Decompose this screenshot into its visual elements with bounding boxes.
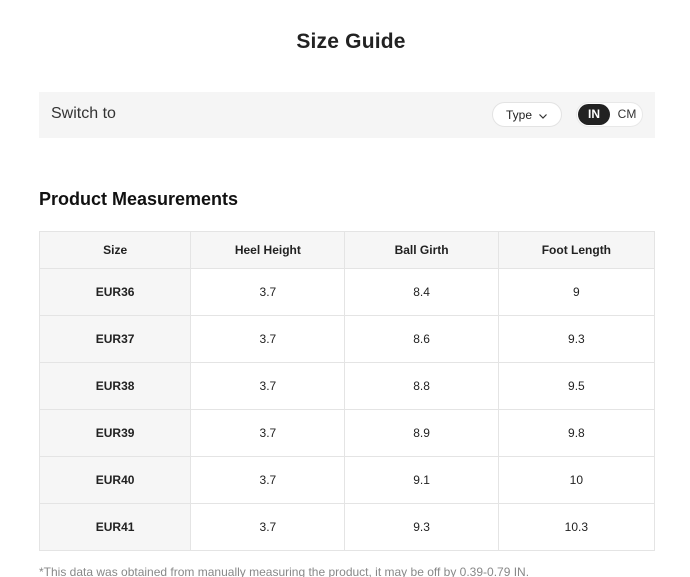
ball-girth-cell: 9.3 xyxy=(344,503,499,551)
measurement-footnote: *This data was obtained from manually me… xyxy=(39,565,530,577)
type-dropdown[interactable]: Type xyxy=(492,102,562,127)
table-row: EUR38 3.7 8.8 9.5 xyxy=(38,362,656,410)
heel-height-cell: 3.7 xyxy=(190,503,346,551)
ball-girth-cell: 8.9 xyxy=(344,409,499,457)
heel-height-cell: 3.7 xyxy=(190,456,346,504)
switch-label: Switch to xyxy=(51,105,116,122)
heel-height-cell: 3.7 xyxy=(190,268,346,316)
heel-height-cell: 3.7 xyxy=(190,315,346,363)
column-header-heel-height: Heel Height xyxy=(190,231,346,269)
foot-length-cell: 9 xyxy=(497,268,656,316)
ball-girth-cell: 8.8 xyxy=(344,362,499,410)
ball-girth-cell: 8.4 xyxy=(344,268,499,316)
foot-length-cell: 10 xyxy=(497,456,656,504)
unit-toggle: IN CM xyxy=(576,102,643,127)
ball-girth-cell: 9.1 xyxy=(344,456,499,504)
size-cell: EUR37 xyxy=(38,315,192,363)
foot-length-cell: 9.8 xyxy=(497,409,656,457)
foot-length-cell: 9.3 xyxy=(497,315,656,363)
column-header-size: Size xyxy=(38,231,192,269)
foot-length-cell: 10.3 xyxy=(497,503,656,551)
column-header-ball-girth: Ball Girth xyxy=(344,231,499,269)
unit-option-cm[interactable]: CM xyxy=(613,104,641,125)
table-header-row: Size Heel Height Ball Girth Foot Length xyxy=(38,231,656,269)
heel-height-cell: 3.7 xyxy=(190,362,346,410)
chevron-down-icon xyxy=(538,110,548,120)
table-row: EUR41 3.7 9.3 10.3 xyxy=(38,503,656,551)
size-cell: EUR36 xyxy=(38,268,192,316)
foot-length-cell: 9.5 xyxy=(497,362,656,410)
ball-girth-cell: 8.6 xyxy=(344,315,499,363)
unit-option-in[interactable]: IN xyxy=(578,104,610,125)
size-cell: EUR39 xyxy=(38,409,192,457)
size-cell: EUR38 xyxy=(38,362,192,410)
heel-height-cell: 3.7 xyxy=(190,409,346,457)
table-row: EUR39 3.7 8.9 9.8 xyxy=(38,409,656,457)
table-row: EUR36 3.7 8.4 9 xyxy=(38,268,656,316)
section-title-measurements: Product Measurements xyxy=(39,189,239,209)
size-guide-page: Size Guide Switch to Type IN CM Product … xyxy=(0,0,690,577)
column-header-foot-length: Foot Length xyxy=(497,231,656,269)
table-row: EUR40 3.7 9.1 10 xyxy=(38,456,656,504)
size-cell: EUR41 xyxy=(38,503,192,551)
unit-switch-bar: Switch to Type IN CM xyxy=(39,92,655,138)
size-cell: EUR40 xyxy=(38,456,192,504)
table-row: EUR37 3.7 8.6 9.3 xyxy=(38,315,656,363)
measurements-table: Size Heel Height Ball Girth Foot Length … xyxy=(38,231,656,551)
page-title: Size Guide xyxy=(296,30,406,53)
type-dropdown-label: Type xyxy=(505,107,532,122)
